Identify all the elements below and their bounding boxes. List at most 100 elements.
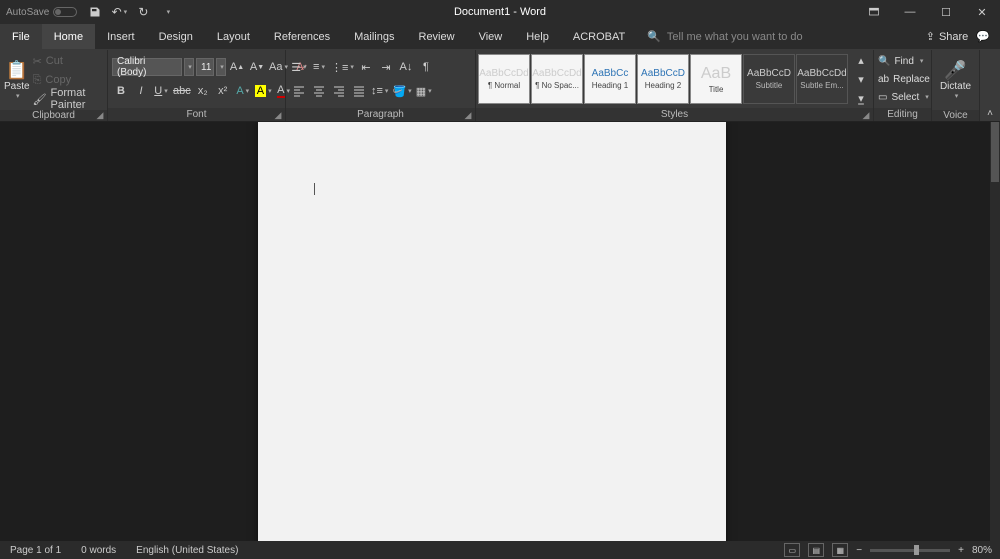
style-item-6[interactable]: AaBbCcDdSubtle Em... — [796, 54, 848, 104]
borders-button[interactable]: ▦▾ — [415, 82, 433, 100]
tab-mailings[interactable]: Mailings — [342, 24, 406, 49]
document-area[interactable] — [0, 122, 990, 541]
window-title: Document1 - Word — [454, 6, 546, 18]
ribbon-tabs: File HomeInsertDesignLayoutReferencesMai… — [0, 24, 1000, 50]
scroll-thumb[interactable] — [991, 122, 999, 182]
subscript-button[interactable]: x₂ — [194, 82, 212, 100]
align-left-button[interactable] — [290, 82, 308, 100]
format-painter-button[interactable]: 🖌Format Painter — [32, 90, 114, 108]
grow-font-button[interactable]: A▲ — [228, 58, 246, 76]
group-editing: 🔍Find▾ abReplace ▭Select▾ Editing — [874, 50, 932, 121]
tab-review[interactable]: Review — [407, 24, 467, 49]
vertical-scrollbar[interactable] — [990, 122, 1000, 541]
document-page[interactable] — [258, 122, 726, 541]
styles-more-button[interactable]: ▾̲ — [852, 89, 870, 107]
tab-design[interactable]: Design — [147, 24, 205, 49]
styles-launcher[interactable]: ◢ — [861, 110, 871, 120]
ribbon-display-button[interactable] — [856, 0, 892, 24]
justify-button[interactable] — [350, 82, 368, 100]
undo-button[interactable]: ↶▾ — [111, 4, 127, 20]
collapse-ribbon-button[interactable]: ˄ — [984, 108, 996, 119]
bullets-button[interactable]: ☰▾ — [290, 58, 308, 76]
zoom-level[interactable]: 80% — [972, 545, 992, 556]
zoom-out-button[interactable]: − — [856, 545, 862, 556]
word-count[interactable]: 0 words — [71, 545, 126, 556]
show-marks-button[interactable]: ¶ — [417, 58, 435, 76]
web-layout-button[interactable]: ▦ — [832, 543, 848, 557]
font-size-combo[interactable]: 11 — [196, 58, 214, 76]
italic-button[interactable]: I — [132, 82, 150, 100]
styles-scroll-down[interactable]: ▾ — [852, 70, 870, 88]
maximize-button[interactable]: ☐ — [928, 0, 964, 24]
cut-button[interactable]: ✂Cut — [32, 52, 94, 70]
increase-indent-button[interactable]: ⇥ — [377, 58, 395, 76]
tab-file[interactable]: File — [0, 24, 42, 49]
mic-icon: 🎤 — [944, 60, 966, 81]
text-effects-button[interactable]: A▾ — [234, 82, 252, 100]
sort-button[interactable]: A↓ — [397, 58, 415, 76]
style-item-2[interactable]: AaBbCcHeading 1 — [584, 54, 636, 104]
style-item-3[interactable]: AaBbCcDHeading 2 — [637, 54, 689, 104]
numbering-button[interactable]: ≡▾ — [310, 58, 328, 76]
styles-gallery[interactable]: AaBbCcDd¶ NormalAaBbCcDd¶ No Spac...AaBb… — [478, 54, 848, 104]
tab-insert[interactable]: Insert — [95, 24, 147, 49]
align-right-button[interactable] — [330, 82, 348, 100]
tab-layout[interactable]: Layout — [205, 24, 262, 49]
tab-home[interactable]: Home — [42, 24, 95, 49]
tell-me-search[interactable]: 🔍 Tell me what you want to do — [647, 24, 926, 49]
dictate-button[interactable]: 🎤 Dictate ▾ — [936, 52, 975, 108]
superscript-button[interactable]: x² — [214, 82, 232, 100]
group-font: Calibri (Body) ▾ 11 ▾ A▲ A▼ Aa▾ A̷ B I U… — [108, 50, 286, 121]
read-mode-button[interactable]: ▭ — [784, 543, 800, 557]
select-button[interactable]: ▭Select▾ — [878, 89, 930, 106]
find-button[interactable]: 🔍Find▾ — [878, 53, 930, 70]
paragraph-launcher[interactable]: ◢ — [463, 110, 473, 120]
multilevel-button[interactable]: ⋮≡▾ — [330, 58, 355, 76]
replace-button[interactable]: abReplace — [878, 71, 930, 88]
share-button[interactable]: ⇪ Share — [926, 30, 969, 43]
style-item-0[interactable]: AaBbCcDd¶ Normal — [478, 54, 530, 104]
share-icon: ⇪ — [926, 30, 935, 43]
font-size-dropdown[interactable]: ▾ — [216, 58, 226, 76]
underline-button[interactable]: U▾ — [152, 82, 170, 100]
align-center-button[interactable] — [310, 82, 328, 100]
styles-scroll-up[interactable]: ▴ — [852, 51, 870, 69]
toggle-off-icon — [53, 7, 77, 17]
comments-button[interactable]: 💬 — [976, 30, 990, 43]
strikethrough-button[interactable]: abc — [172, 82, 192, 100]
tab-acrobat[interactable]: ACROBAT — [561, 24, 637, 49]
clipboard-launcher[interactable]: ◢ — [95, 110, 105, 120]
autosave-toggle[interactable]: AutoSave — [6, 7, 77, 18]
style-item-1[interactable]: AaBbCcDd¶ No Spac... — [531, 54, 583, 104]
copy-icon: ⎘ — [33, 74, 42, 87]
style-item-4[interactable]: AaBTitle — [690, 54, 742, 104]
tab-help[interactable]: Help — [514, 24, 561, 49]
shrink-font-button[interactable]: A▼ — [248, 58, 266, 76]
line-spacing-button[interactable]: ↕≡▾ — [370, 82, 389, 100]
highlight-button[interactable]: A▾ — [254, 82, 273, 100]
tab-view[interactable]: View — [467, 24, 515, 49]
bold-button[interactable]: B — [112, 82, 130, 100]
group-paragraph: ☰▾ ≡▾ ⋮≡▾ ⇤ ⇥ A↓ ¶ ↕≡▾ 🪣▾ ▦▾ Paragraph◢ — [286, 50, 476, 121]
tab-references[interactable]: References — [262, 24, 342, 49]
print-layout-button[interactable]: ▤ — [808, 543, 824, 557]
font-name-dropdown[interactable]: ▾ — [184, 58, 194, 76]
page-status[interactable]: Page 1 of 1 — [0, 545, 71, 556]
zoom-in-button[interactable]: + — [958, 545, 964, 556]
qat-customize-button[interactable]: ▾ — [159, 4, 175, 20]
zoom-slider[interactable] — [870, 549, 950, 552]
redo-button[interactable]: ↻ — [135, 4, 151, 20]
close-button[interactable]: ✕ — [964, 0, 1000, 24]
minimize-button[interactable]: ― — [892, 0, 928, 24]
paste-button[interactable]: 📋 Paste ▾ — [4, 52, 30, 108]
title-bar: AutoSave ↶▾ ↻ ▾ Document1 - Word ― ☐ ✕ — [0, 0, 1000, 24]
decrease-indent-button[interactable]: ⇤ — [357, 58, 375, 76]
font-name-combo[interactable]: Calibri (Body) — [112, 58, 182, 76]
save-button[interactable] — [87, 4, 103, 20]
replace-icon: ab — [878, 74, 889, 85]
style-item-5[interactable]: AaBbCcDSubtitle — [743, 54, 795, 104]
language-status[interactable]: English (United States) — [126, 545, 248, 556]
font-launcher[interactable]: ◢ — [273, 110, 283, 120]
clipboard-icon: 📋 — [6, 60, 28, 81]
shading-button[interactable]: 🪣▾ — [391, 82, 412, 100]
